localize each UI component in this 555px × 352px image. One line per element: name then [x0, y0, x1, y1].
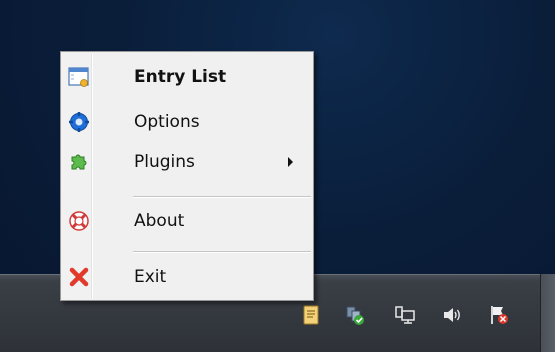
menu-item-plugins[interactable]: Plugins: [63, 145, 311, 179]
network-monitor-icon[interactable]: [394, 304, 416, 326]
network-status-icon[interactable]: [344, 304, 366, 326]
menu-item-entry-list[interactable]: Entry List: [63, 60, 311, 94]
menu-item-label: Entry List: [134, 67, 227, 87]
menu-item-label: Options: [134, 112, 200, 132]
about-lifebuoy-icon: [68, 210, 90, 232]
action-center-flag-icon[interactable]: [488, 304, 510, 326]
options-gear-icon: [68, 111, 90, 133]
submenu-arrow-icon: [288, 157, 293, 167]
show-desktop-button[interactable]: [540, 274, 555, 352]
menu-item-exit[interactable]: Exit: [63, 260, 311, 294]
exit-x-icon: [68, 266, 90, 288]
plugins-puzzle-icon: [68, 151, 90, 173]
menu-item-about[interactable]: About: [63, 204, 311, 238]
entry-list-icon: [68, 66, 90, 88]
volume-icon[interactable]: [441, 304, 463, 326]
menu-item-options[interactable]: Options: [63, 105, 311, 139]
tray-context-menu: Entry List Options Plugins About Exit: [60, 51, 314, 301]
menu-separator: [133, 196, 311, 198]
notes-icon[interactable]: [300, 304, 322, 326]
menu-separator: [133, 251, 311, 253]
menu-item-label: About: [134, 211, 185, 231]
menu-item-label: Exit: [134, 267, 167, 287]
menu-item-label: Plugins: [134, 152, 195, 172]
